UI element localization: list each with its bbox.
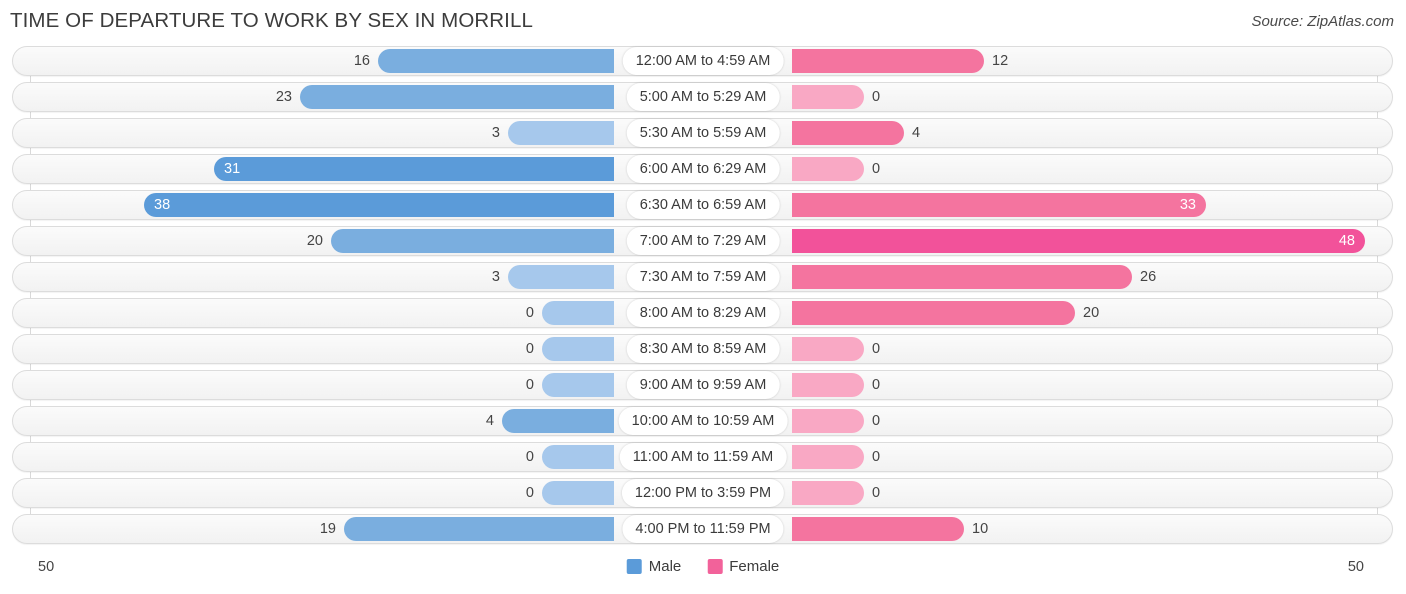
source-attribution: Source: ZipAtlas.com bbox=[1251, 13, 1394, 30]
legend-label: Female bbox=[729, 558, 780, 575]
female-bar[interactable]: 0 bbox=[792, 337, 880, 361]
legend-item-male[interactable]: Male bbox=[626, 558, 682, 575]
male-value-label: 0 bbox=[525, 305, 534, 321]
male-value-label: 38 bbox=[154, 197, 171, 213]
male-bar[interactable]: 3 bbox=[492, 121, 614, 145]
female-value-label: 0 bbox=[872, 485, 881, 501]
chart-row: 0 0 8:30 AM to 8:59 AM bbox=[0, 334, 1406, 364]
female-bar[interactable]: 12 bbox=[792, 49, 1008, 73]
male-bar[interactable]: 16 bbox=[354, 49, 614, 73]
category-label: 9:00 AM to 9:59 AM bbox=[626, 371, 780, 399]
male-bar[interactable]: 31 bbox=[214, 157, 614, 181]
female-value-label: 0 bbox=[872, 341, 881, 357]
female-value-label: 0 bbox=[872, 161, 881, 177]
female-value-label: 48 bbox=[1338, 233, 1355, 249]
chart-row: 31 0 6:00 AM to 6:29 AM bbox=[0, 154, 1406, 184]
male-bar[interactable]: 0 bbox=[526, 445, 614, 469]
chart-legend: Male Female bbox=[626, 558, 779, 575]
male-bar[interactable]: 0 bbox=[526, 337, 614, 361]
category-label: 7:00 AM to 7:29 AM bbox=[626, 227, 780, 255]
male-bar[interactable]: 20 bbox=[307, 229, 614, 253]
category-label: 5:30 AM to 5:59 AM bbox=[626, 119, 780, 147]
category-label: 10:00 AM to 10:59 AM bbox=[618, 407, 788, 435]
male-value-label: 23 bbox=[275, 89, 292, 105]
male-bar[interactable]: 19 bbox=[320, 517, 614, 541]
female-bar[interactable]: 0 bbox=[792, 445, 880, 469]
legend-label: Male bbox=[648, 558, 682, 575]
female-value-label: 0 bbox=[872, 377, 881, 393]
category-label: 5:00 AM to 5:29 AM bbox=[626, 83, 780, 111]
male-bar[interactable]: 0 bbox=[526, 373, 614, 397]
male-bar[interactable]: 38 bbox=[144, 193, 614, 217]
female-bar[interactable]: 20 bbox=[792, 301, 1099, 325]
category-label: 12:00 AM to 4:59 AM bbox=[622, 47, 784, 75]
male-value-label: 4 bbox=[485, 413, 494, 429]
male-bar[interactable]: 0 bbox=[526, 301, 614, 325]
chart-row: 16 12 12:00 AM to 4:59 AM bbox=[0, 46, 1406, 76]
male-bar[interactable]: 4 bbox=[486, 409, 614, 433]
male-value-label: 19 bbox=[319, 521, 336, 537]
category-label: 4:00 PM to 11:59 PM bbox=[622, 515, 784, 543]
female-value-label: 0 bbox=[872, 413, 881, 429]
female-value-label: 26 bbox=[1140, 269, 1157, 285]
page-title: TIME OF DEPARTURE TO WORK BY SEX IN MORR… bbox=[10, 9, 533, 32]
axis-label-right: 50 bbox=[1347, 559, 1364, 575]
female-value-label: 0 bbox=[872, 89, 881, 105]
legend-item-female[interactable]: Female bbox=[707, 558, 779, 575]
male-value-label: 3 bbox=[491, 125, 500, 141]
female-bar[interactable]: 0 bbox=[792, 157, 880, 181]
category-label: 7:30 AM to 7:59 AM bbox=[626, 263, 780, 291]
category-label: 6:30 AM to 6:59 AM bbox=[626, 191, 780, 219]
chart-plot-area: 16 12 12:00 AM to 4:59 AM 23 0 5:00 AM to 5:2… bbox=[0, 46, 1406, 548]
chart-row: 0 0 11:00 AM to 11:59 AM bbox=[0, 442, 1406, 472]
chart-header: TIME OF DEPARTURE TO WORK BY SEX IN MORR… bbox=[0, 0, 1406, 44]
chart-row: 0 0 9:00 AM to 9:59 AM bbox=[0, 370, 1406, 400]
chart-row: 23 0 5:00 AM to 5:29 AM bbox=[0, 82, 1406, 112]
chart-row: 38 33 6:30 AM to 6:59 AM bbox=[0, 190, 1406, 220]
female-value-label: 0 bbox=[872, 449, 881, 465]
female-bar[interactable]: 0 bbox=[792, 409, 880, 433]
chart-rows: 16 12 12:00 AM to 4:59 AM 23 0 5:00 AM to 5:2… bbox=[0, 46, 1406, 550]
female-value-label: 12 bbox=[992, 53, 1009, 69]
legend-swatch-icon bbox=[707, 559, 723, 574]
female-bar[interactable]: 0 bbox=[792, 481, 880, 505]
male-value-label: 0 bbox=[525, 485, 534, 501]
female-value-label: 10 bbox=[972, 521, 989, 537]
chart-row: 20 48 7:00 AM to 7:29 AM bbox=[0, 226, 1406, 256]
category-label: 12:00 PM to 3:59 PM bbox=[621, 479, 785, 507]
category-label: 8:00 AM to 8:29 AM bbox=[626, 299, 780, 327]
female-value-label: 20 bbox=[1083, 305, 1100, 321]
female-bar[interactable]: 0 bbox=[792, 85, 880, 109]
male-bar[interactable]: 23 bbox=[276, 85, 614, 109]
female-bar[interactable]: 48 bbox=[792, 229, 1365, 253]
chart-row: 0 20 8:00 AM to 8:29 AM bbox=[0, 298, 1406, 328]
female-bar[interactable]: 0 bbox=[792, 373, 880, 397]
male-bar[interactable]: 0 bbox=[526, 481, 614, 505]
male-value-label: 31 bbox=[224, 161, 241, 177]
chart-row: 19 10 4:00 PM to 11:59 PM bbox=[0, 514, 1406, 544]
chart-row: 3 4 5:30 AM to 5:59 AM bbox=[0, 118, 1406, 148]
chart-row: 4 0 10:00 AM to 10:59 AM bbox=[0, 406, 1406, 436]
female-bar[interactable]: 33 bbox=[792, 193, 1206, 217]
male-value-label: 20 bbox=[306, 233, 323, 249]
male-value-label: 0 bbox=[525, 449, 534, 465]
female-value-label: 33 bbox=[1179, 197, 1196, 213]
category-label: 11:00 AM to 11:59 AM bbox=[619, 443, 787, 471]
chart-footer: 50 50 Male Female bbox=[0, 550, 1406, 594]
chart-row: 0 0 12:00 PM to 3:59 PM bbox=[0, 478, 1406, 508]
axis-label-left: 50 bbox=[38, 559, 55, 575]
female-bar[interactable]: 26 bbox=[792, 265, 1156, 289]
male-value-label: 3 bbox=[491, 269, 500, 285]
male-value-label: 0 bbox=[525, 377, 534, 393]
category-label: 8:30 AM to 8:59 AM bbox=[626, 335, 780, 363]
female-value-label: 4 bbox=[912, 125, 921, 141]
category-label: 6:00 AM to 6:29 AM bbox=[626, 155, 780, 183]
female-bar[interactable]: 4 bbox=[792, 121, 920, 145]
legend-swatch-icon bbox=[626, 559, 642, 574]
chart-row: 3 26 7:30 AM to 7:59 AM bbox=[0, 262, 1406, 292]
female-bar[interactable]: 10 bbox=[792, 517, 988, 541]
male-value-label: 16 bbox=[353, 53, 370, 69]
male-bar[interactable]: 3 bbox=[492, 265, 614, 289]
male-value-label: 0 bbox=[525, 341, 534, 357]
